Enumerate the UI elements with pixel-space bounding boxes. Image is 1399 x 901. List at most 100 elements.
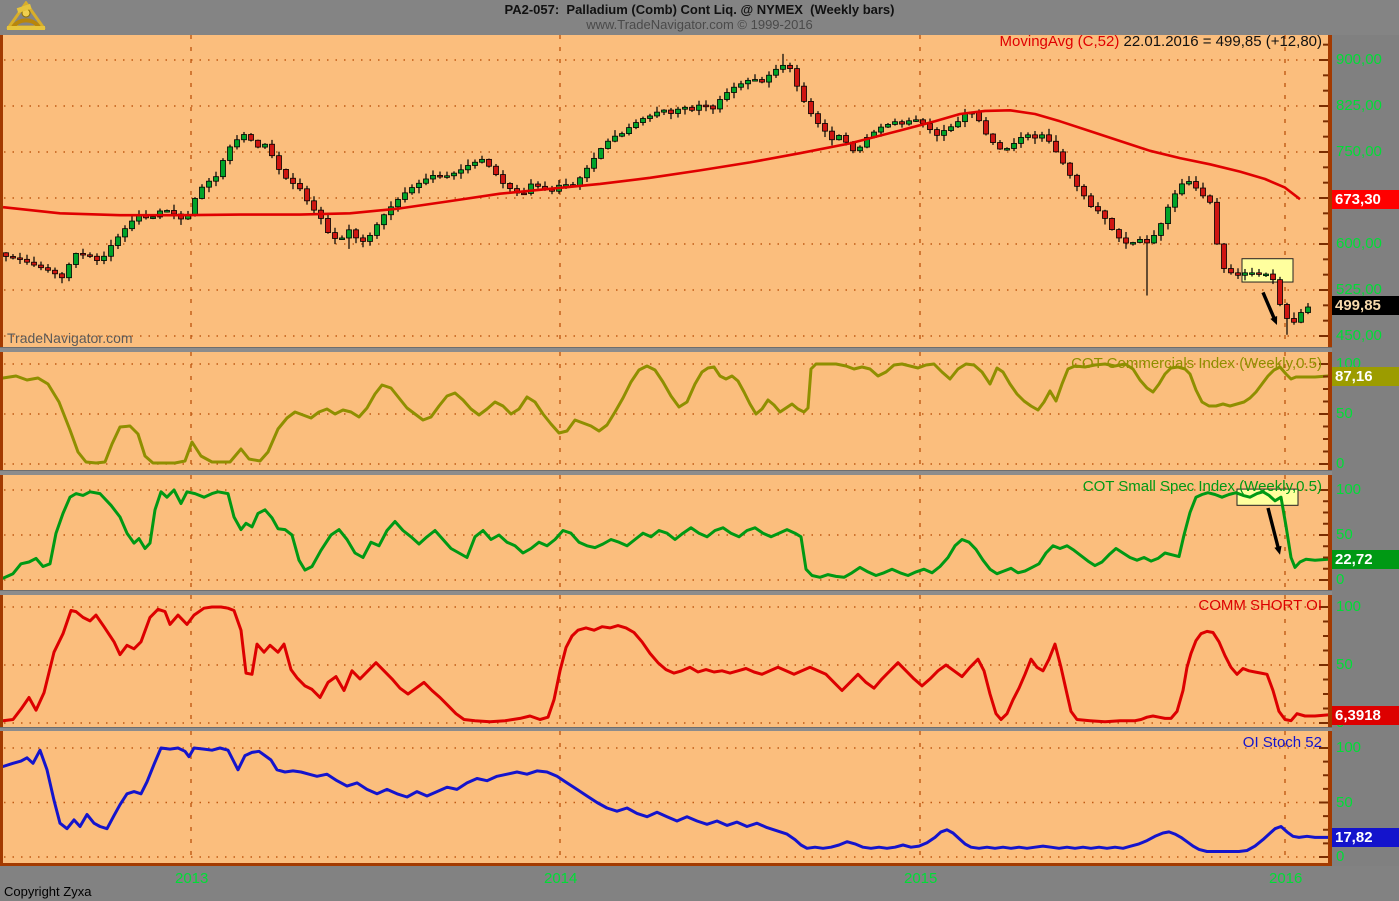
candle-up — [473, 162, 478, 165]
candle-down — [788, 65, 793, 68]
price-panel[interactable] — [0, 35, 1332, 347]
watermark: TradeNavigator.com — [7, 330, 133, 346]
candle-down — [830, 131, 835, 140]
candle-down — [1047, 135, 1052, 141]
candle-down — [487, 159, 492, 166]
candle-up — [606, 141, 611, 148]
candle-down — [326, 218, 331, 232]
copyright-text: Copyright Zyxa — [4, 884, 91, 899]
candle-up — [942, 131, 947, 136]
candle-up — [1131, 242, 1136, 244]
candle-down — [53, 270, 58, 274]
annotation-highlight-box[interactable] — [1242, 259, 1293, 282]
year-label-2016: 2016 — [1269, 870, 1302, 887]
cot-commercials-title: COT Commercials Index (Weekly,0.5) — [1071, 355, 1322, 372]
candle-up — [67, 265, 72, 278]
candle-down — [11, 256, 16, 258]
axis-tick-label: 0 — [1336, 848, 1344, 865]
candle-down — [249, 135, 254, 141]
candle-up — [683, 107, 688, 109]
candle-up — [648, 116, 653, 119]
candle-up — [1180, 184, 1185, 194]
candle-up — [893, 122, 898, 125]
candle-up — [221, 160, 226, 176]
candle-up — [1264, 274, 1269, 276]
candle-down — [802, 86, 807, 101]
chart-left-border — [0, 35, 3, 347]
candle-down — [95, 256, 100, 260]
candle-down — [1089, 196, 1094, 207]
candle-down — [1292, 318, 1297, 322]
candle-up — [116, 237, 121, 246]
candle-up — [1005, 148, 1010, 150]
candle-down — [1271, 274, 1276, 280]
candle-up — [781, 65, 786, 69]
chart-left-border — [0, 731, 3, 863]
axis-tick-label: 0 — [1336, 571, 1344, 588]
axis-tick-label: 0 — [1336, 455, 1344, 472]
comm-short-oi-panel[interactable] — [0, 595, 1332, 727]
candle-down — [704, 105, 709, 107]
candle-down — [1194, 182, 1199, 189]
candle-up — [746, 80, 751, 83]
candle-down — [991, 134, 996, 143]
candle-down — [1229, 269, 1234, 273]
candle-down — [1124, 238, 1129, 243]
candle-up — [130, 221, 135, 229]
panel-background — [0, 731, 1332, 863]
candle-up — [193, 199, 198, 215]
candle-down — [18, 258, 23, 260]
candle-down — [1222, 244, 1227, 269]
candle-up — [214, 177, 219, 182]
candle-up — [1166, 207, 1171, 223]
current-value-box: 22,72 — [1332, 550, 1399, 569]
axis-tick-label: 50 — [1336, 526, 1353, 543]
price-plot[interactable] — [0, 35, 1332, 347]
candle-up — [837, 135, 842, 139]
candle-down — [816, 114, 821, 124]
candle-up — [697, 105, 702, 110]
candle-down — [984, 121, 989, 134]
candle-up — [634, 123, 639, 128]
candle-down — [39, 265, 44, 268]
candle-up — [676, 109, 681, 113]
candle-up — [445, 176, 450, 178]
chart-left-border — [0, 352, 3, 470]
cot-small-spec-title: COT Small Spec Index (Weekly,0.5) — [1083, 478, 1322, 495]
candle-down — [1145, 239, 1150, 243]
candle-down — [1285, 304, 1290, 318]
candle-down — [284, 169, 289, 178]
comm-short-oi-plot[interactable] — [0, 595, 1332, 727]
oi-stoch-title: OI Stoch 52 — [1243, 734, 1322, 751]
candle-up — [739, 84, 744, 87]
moving-avg-label: MovingAvg (C,52) — [1000, 33, 1120, 50]
candle-up — [1187, 182, 1192, 184]
candle-down — [256, 140, 261, 147]
candle-up — [1026, 135, 1031, 138]
axis-tick-label: 750,00 — [1336, 143, 1382, 160]
candle-down — [928, 124, 933, 130]
page-subtitle: www.TradeNavigator.com © 1999-2016 — [0, 17, 1399, 32]
candle-up — [949, 127, 954, 131]
candle-up — [207, 181, 212, 187]
candle-down — [669, 110, 674, 113]
candle-up — [1012, 143, 1017, 148]
candle-down — [501, 175, 506, 184]
oi-stoch-52-plot[interactable] — [0, 731, 1332, 863]
candle-down — [1257, 273, 1262, 275]
candle-down — [1096, 207, 1101, 211]
candle-down — [1117, 230, 1122, 238]
candle-up — [753, 80, 758, 82]
candle-up — [165, 210, 170, 212]
price-axis-column[interactable]: 900,00825,00750,00675,00600,00525,00450,… — [1332, 35, 1399, 866]
oi-stoch-panel[interactable] — [0, 731, 1332, 863]
candle-up — [431, 175, 436, 179]
candle-up — [592, 158, 597, 168]
candle-up — [1250, 273, 1255, 275]
candle-down — [823, 123, 828, 131]
candle-down — [438, 175, 443, 177]
candle-up — [613, 136, 618, 141]
candle-up — [956, 122, 961, 127]
candle-up — [1243, 273, 1248, 275]
current-value-box: 6,3918 — [1332, 706, 1399, 725]
